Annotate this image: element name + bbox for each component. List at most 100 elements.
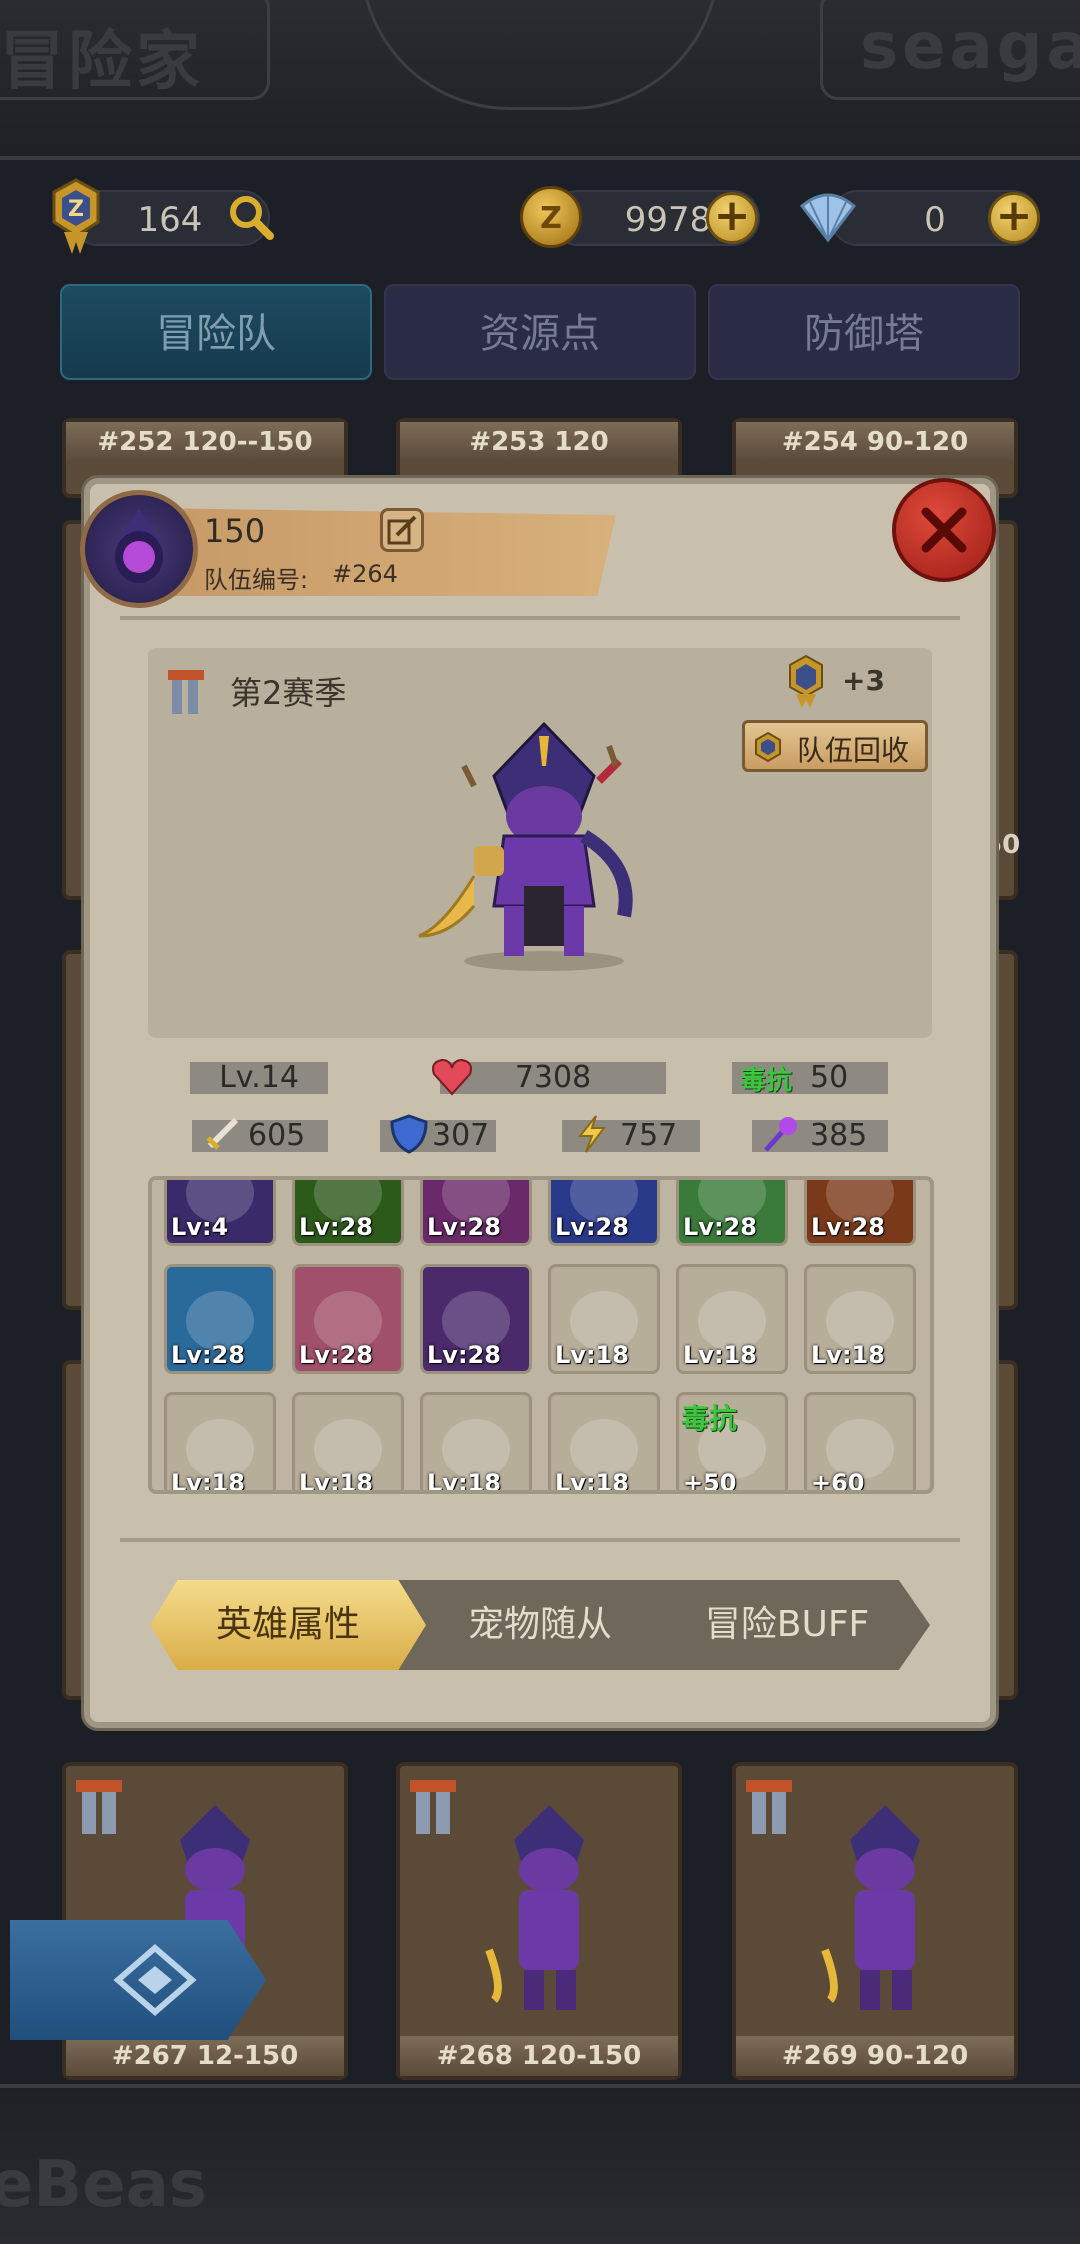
item-level: Lv:18 [171, 1469, 245, 1494]
bottom-banner: eBeas [0, 2084, 1080, 2244]
inventory-slot[interactable]: Lv:28 [420, 1180, 532, 1246]
item-level: Lv:18 [427, 1469, 501, 1494]
season-badge-icon [76, 1780, 122, 1834]
heart-icon [432, 1058, 472, 1096]
team-card-label: #268 120-150 [400, 2036, 678, 2076]
edit-name-button[interactable] [380, 508, 424, 552]
hero-sprite [821, 1805, 920, 2010]
inventory-slot[interactable]: Lv:28 [292, 1180, 404, 1246]
inventory-slot[interactable]: Lv:18 [548, 1264, 660, 1374]
team-name: 150 [204, 512, 266, 550]
item-level: Lv:28 [811, 1213, 885, 1241]
item-level: Lv:28 [683, 1213, 757, 1241]
item-level: Lv:18 [555, 1469, 629, 1494]
poison-resist-value: 50 [810, 1060, 849, 1095]
item-level: +50 [683, 1469, 737, 1494]
inventory-slot[interactable]: Lv:18 [804, 1264, 916, 1374]
item-level: Lv:28 [427, 1213, 501, 1241]
inventory-slot[interactable]: Lv:18 [420, 1392, 532, 1494]
divider [120, 1538, 960, 1542]
season-icon [168, 670, 204, 714]
team-badge-icon [789, 654, 823, 708]
team-recycle-button[interactable]: 队伍回收 [742, 720, 928, 772]
add-shells-button[interactable]: + [988, 192, 1040, 244]
tab-adventure-buff[interactable]: 冒险BUFF [680, 1580, 894, 1670]
badge-icon: Z [50, 178, 102, 256]
bottom-banner-text: eBeas [0, 2148, 207, 2222]
inventory-slot[interactable]: Lv:18 [292, 1392, 404, 1494]
item-level: Lv:28 [555, 1213, 629, 1241]
tab-pets[interactable]: 宠物随从 [426, 1580, 654, 1670]
svg-text:Z: Z [540, 201, 562, 236]
close-icon [921, 507, 967, 553]
top-banner: 冒险家 seaga [0, 0, 1080, 160]
shell-icon [796, 184, 860, 248]
team-card-label: #253 120 [400, 422, 678, 462]
item-badge: 毒抗 [681, 1402, 738, 1435]
season-badge-icon [746, 1780, 792, 1834]
search-icon [230, 196, 274, 240]
diamond-nav-icon [113, 1944, 197, 2016]
item-level: Lv:18 [683, 1341, 757, 1369]
recycle-label: 队伍回收 [797, 734, 910, 767]
inventory-slot[interactable]: Lv:28 [804, 1180, 916, 1246]
hero-sprite [485, 1805, 584, 2010]
edit-icon [387, 515, 417, 545]
inventory-slot[interactable]: Lv:28 [676, 1180, 788, 1246]
team-card-label: #269 90-120 [736, 2036, 1014, 2076]
plus-icon: + [713, 190, 751, 241]
hero-inventory-grid: Lv:4 Lv:28 Lv:28 Lv:28 Lv:28 Lv:28 Lv:28 Lv:28 L… [148, 1176, 934, 1494]
team-card-label: #252 120--150 [66, 422, 344, 462]
inventory-slot[interactable]: Lv:28 [164, 1264, 276, 1374]
item-level: Lv:28 [171, 1341, 245, 1369]
item-level: Lv:4 [171, 1213, 229, 1241]
team-id-label: 队伍编号: [204, 566, 309, 594]
team-id: #264 [332, 560, 398, 588]
inventory-slot[interactable]: 毒抗 +50 [676, 1392, 788, 1494]
sword-icon [206, 1117, 239, 1150]
inventory-slot[interactable]: Lv:4 [164, 1180, 276, 1246]
search-button[interactable] [224, 190, 276, 242]
team-badge-icon [755, 731, 781, 763]
item-level: Lv:28 [299, 1341, 373, 1369]
inventory-slot[interactable]: Lv:18 [676, 1264, 788, 1374]
quick-nav-button[interactable] [10, 1920, 266, 2040]
banner-title-left: 冒险家 [0, 25, 204, 99]
add-coins-button[interactable]: + [706, 192, 758, 244]
item-level: Lv:28 [299, 1213, 373, 1241]
team-card-label: #254 90-120 [736, 422, 1014, 462]
badge-bonus: +3 [842, 664, 885, 697]
inventory-slot[interactable]: Lv:18 [164, 1392, 276, 1494]
season-label: 第2赛季 [230, 674, 347, 712]
team-avatar[interactable] [80, 490, 198, 608]
close-button[interactable] [892, 478, 996, 582]
item-level: Lv:18 [299, 1469, 373, 1494]
item-level: Lv:28 [427, 1341, 501, 1369]
coin-icon: Z [520, 186, 582, 248]
plus-icon: + [995, 190, 1033, 241]
hero-character [418, 721, 633, 971]
banner-emblem [360, 0, 720, 110]
tab-defense-tower[interactable]: 防御塔 [708, 284, 1020, 380]
season-badge-icon [410, 1780, 456, 1834]
divider [120, 616, 960, 620]
tab-hero-attributes[interactable]: 英雄属性 [150, 1580, 426, 1670]
lightning-boot-icon [577, 1115, 606, 1153]
banner-title-right: seaga [860, 10, 1080, 84]
inventory-slot[interactable]: Lv:28 [420, 1264, 532, 1374]
svg-text:Z: Z [68, 197, 84, 222]
team-card-label: #267 12-150 [66, 2036, 344, 2076]
magic-wand-icon [764, 1117, 797, 1152]
inventory-slot[interactable]: Lv:28 [548, 1180, 660, 1246]
inventory-slot[interactable]: +60 [804, 1392, 916, 1494]
tab-resource-points[interactable]: 资源点 [384, 284, 696, 380]
tab-adventure-team[interactable]: 冒险队 [60, 284, 372, 380]
item-level: Lv:18 [555, 1341, 629, 1369]
inventory-slot[interactable]: Lv:28 [292, 1264, 404, 1374]
inventory-slot[interactable]: Lv:18 [548, 1392, 660, 1494]
hero-level: Lv.14 [190, 1062, 328, 1094]
shield-icon [390, 1114, 428, 1154]
item-level: +60 [811, 1469, 865, 1494]
item-level: Lv:18 [811, 1341, 885, 1369]
poison-resist-label: 毒抗 [740, 1066, 793, 1096]
